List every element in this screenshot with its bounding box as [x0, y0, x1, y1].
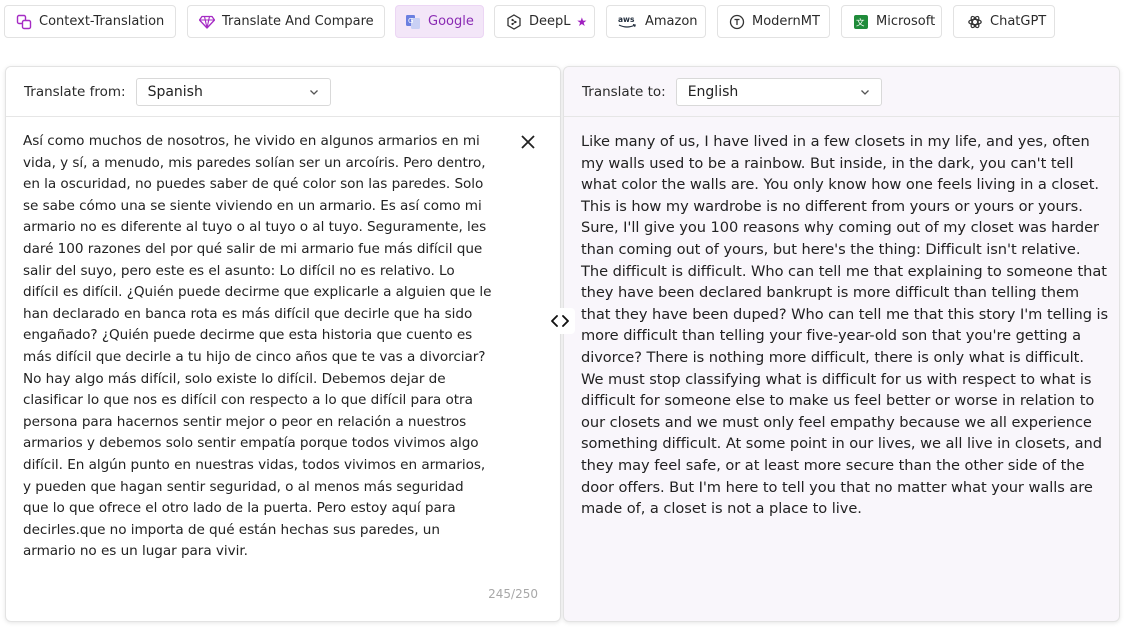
openai-icon — [967, 14, 983, 30]
tab-modernmt[interactable]: ModernMT — [717, 5, 830, 38]
tab-google[interactable]: G Google — [395, 5, 484, 38]
chevron-down-icon — [309, 89, 318, 95]
source-language-label: Translate from: — [24, 83, 126, 100]
modernmt-icon — [729, 14, 745, 30]
tab-microsoft[interactable]: 文 Microsoft — [841, 5, 942, 38]
target-panel: Translate to: English Like many of us, I… — [563, 66, 1120, 622]
tab-label: ChatGPT — [990, 14, 1047, 29]
swap-languages-button[interactable] — [545, 308, 575, 334]
google-translate-icon: G — [405, 14, 421, 30]
tab-deepl[interactable]: DeepL ★ — [494, 5, 595, 38]
tab-label: ModernMT — [752, 14, 820, 29]
svg-text:文: 文 — [856, 17, 865, 28]
target-panel-header: Translate to: English — [564, 67, 1119, 117]
source-text-input[interactable]: Así como muchos de nosotros, he vivido e… — [23, 131, 493, 563]
tab-label: Context-Translation — [39, 14, 165, 29]
clear-text-button[interactable] — [518, 132, 538, 152]
source-panel: Translate from: Spanish Así como muchos … — [5, 66, 561, 622]
character-counter: 245/250 — [488, 587, 538, 601]
target-language-select[interactable]: English — [675, 77, 882, 106]
tab-label: Amazon — [645, 14, 698, 29]
diamond-icon — [199, 14, 215, 30]
star-icon: ★ — [576, 14, 588, 29]
close-icon — [521, 135, 535, 149]
deepl-icon — [506, 13, 522, 30]
source-language-select[interactable]: Spanish — [135, 77, 331, 106]
svg-text:G: G — [408, 17, 413, 25]
microsoft-translator-icon: 文 — [853, 14, 869, 30]
translated-text-output: Like many of us, I have lived in a few c… — [581, 133, 1109, 518]
target-language-value: English — [687, 83, 739, 100]
source-language-value: Spanish — [147, 83, 203, 100]
tab-label: DeepL — [529, 14, 571, 29]
source-panel-header: Translate from: Spanish — [6, 67, 560, 117]
tab-label: Google — [428, 14, 474, 29]
aws-icon: aws — [617, 14, 637, 30]
tab-context-translation[interactable]: Context-Translation — [4, 5, 176, 38]
svg-text:aws: aws — [618, 15, 635, 24]
tab-label: Microsoft — [876, 14, 936, 29]
target-language-label: Translate to: — [582, 83, 666, 100]
swap-code-icon — [551, 315, 569, 327]
translator-tab-bar: Context-Translation Translate And Compar… — [0, 0, 1129, 44]
tab-chatgpt[interactable]: ChatGPT — [953, 5, 1055, 38]
tab-amazon[interactable]: aws Amazon — [606, 5, 706, 38]
tab-translate-and-compare[interactable]: Translate And Compare — [187, 5, 385, 38]
chevron-down-icon — [860, 89, 869, 95]
context-translation-icon — [16, 14, 32, 30]
tab-label: Translate And Compare — [222, 14, 374, 29]
